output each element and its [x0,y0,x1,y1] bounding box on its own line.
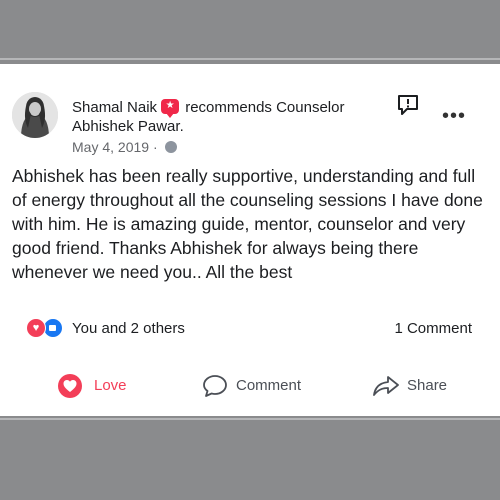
post-date[interactable]: May 4, 2019 [72,139,149,155]
share-arrow-icon [373,376,399,396]
reactions-count[interactable]: You and 2 others [72,320,185,338]
recommended-page-name[interactable]: Abhishek Pawar. [72,118,184,135]
comment-button-label: Comment [236,377,302,394]
star-badge-icon [161,98,180,118]
post-actions-bar: Love Comment Share [0,368,500,404]
bottom-frame-band [0,418,500,500]
report-flag-icon[interactable] [396,94,420,116]
love-reaction-icon [58,374,82,398]
recommends-text: recommends Counselor [185,99,345,116]
more-options-icon[interactable]: ••• [442,106,466,126]
love-button-label: Love [94,377,127,394]
meta-separator: · [152,139,158,155]
avatar[interactable] [12,92,58,138]
post-body: Abhishek has been really supportive, und… [12,166,483,282]
post-header-line-2: Abhishek Pawar. [72,117,184,137]
post-header-line-1: Shamal Naik recommends Counselor [72,97,344,118]
comment-bubble-icon [203,375,227,397]
comments-count[interactable]: 1 Comment [394,320,472,338]
globe-icon [164,141,177,153]
post-meta: May 4, 2019 · [72,138,177,156]
avatar-photo [12,92,58,138]
author-name[interactable]: Shamal Naik [72,99,157,116]
share-button-label: Share [407,377,448,394]
top-frame-band [0,0,500,60]
love-reaction-icon [26,318,46,338]
like-reaction-icon [43,318,63,338]
recommendation-post-card: Shamal Naik recommends Counselor Abhishe… [0,64,500,416]
